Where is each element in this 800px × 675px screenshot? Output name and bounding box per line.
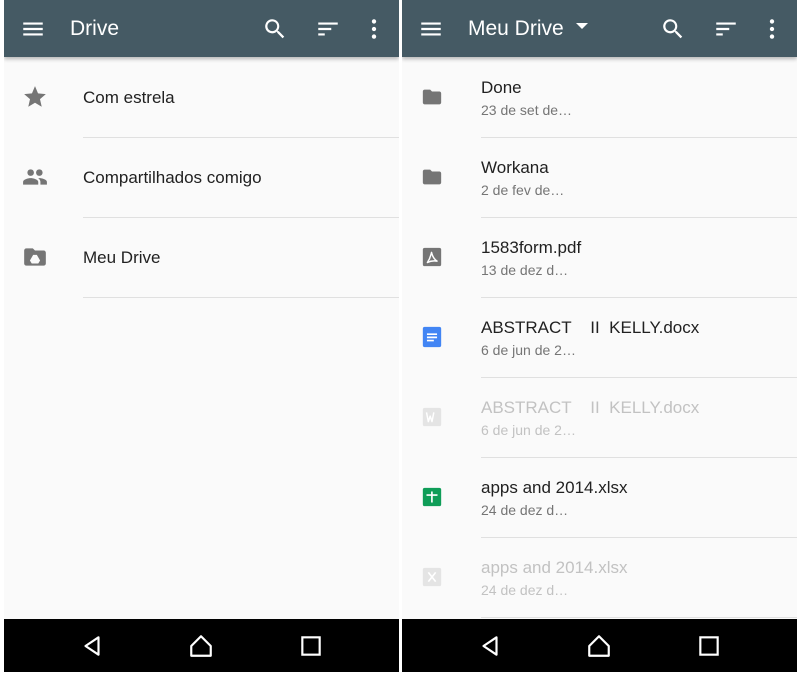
system-nav-bar — [4, 619, 399, 672]
menu-icon[interactable] — [418, 16, 444, 42]
file-date: 6 de jun de 2… — [481, 422, 576, 438]
excel-icon — [422, 567, 442, 587]
recents-button[interactable] — [696, 633, 722, 659]
file-list: Done 23 de set de… Workana 2 de fev de… … — [402, 58, 797, 618]
home-button[interactable] — [586, 633, 612, 659]
nav-item-label: Compartilhados comigo — [83, 168, 262, 187]
file-date: 13 de dez d… — [481, 262, 569, 278]
nav-item-my-drive[interactable]: Meu Drive — [4, 218, 399, 298]
more-vert-icon[interactable] — [361, 16, 387, 42]
star-icon — [24, 86, 46, 107]
dropdown-arrow-icon — [575, 23, 588, 30]
people-icon — [23, 169, 47, 185]
file-name: Workana — [481, 158, 549, 177]
file-row[interactable]: Done 23 de set de… — [402, 58, 797, 138]
nav-item-starred[interactable]: Com estrela — [4, 58, 399, 138]
system-nav-bar — [402, 619, 797, 672]
file-date: 24 de dez d… — [481, 502, 569, 518]
divider — [481, 617, 797, 618]
page-title: Drive — [70, 17, 120, 40]
file-row[interactable]: apps and 2014.xlsx 24 de dez d… — [402, 458, 797, 538]
nav-item-shared[interactable]: Compartilhados comigo — [4, 138, 399, 218]
page-title: Meu Drive — [468, 17, 564, 40]
recents-icon — [699, 636, 719, 656]
file-row[interactable]: ABSTRACT II KELLY.docx 6 de jun de 2… — [402, 378, 797, 458]
back-icon — [482, 636, 498, 656]
nav-item-label: Com estrela — [83, 88, 175, 107]
recents-button[interactable] — [298, 633, 324, 659]
pdf-icon — [422, 247, 442, 267]
back-icon — [84, 636, 100, 656]
file-name: Done — [481, 78, 522, 97]
home-button[interactable] — [188, 633, 214, 659]
left-screen: Drive Com estrela Compartilhados comigo … — [4, 0, 399, 672]
file-row[interactable]: ABSTRACT II KELLY.docx 6 de jun de 2… — [402, 298, 797, 378]
drive-folder-icon — [24, 248, 46, 266]
docs-icon — [422, 326, 442, 348]
file-row[interactable]: Workana 2 de fev de… — [402, 138, 797, 218]
home-icon — [588, 635, 610, 657]
file-date: 6 de jun de 2… — [481, 342, 576, 358]
sort-icon[interactable] — [315, 16, 341, 42]
file-name: 1583form.pdf — [481, 238, 582, 257]
back-button[interactable] — [79, 633, 105, 659]
app-bar: Drive — [4, 0, 399, 57]
file-name: apps and 2014.xlsx — [481, 478, 628, 497]
file-date: 23 de set de… — [481, 102, 573, 118]
file-name: ABSTRACT II KELLY.docx — [481, 398, 700, 417]
nav-item-label: Meu Drive — [83, 248, 161, 267]
app-bar: Meu Drive — [402, 0, 797, 57]
folder-title-dropdown[interactable]: Meu Drive — [468, 16, 588, 42]
file-name: apps and 2014.xlsx — [481, 558, 628, 577]
sheets-icon — [422, 487, 442, 507]
recents-icon — [301, 636, 321, 656]
file-date: 24 de dez d… — [481, 582, 569, 598]
word-icon — [422, 407, 442, 427]
home-icon — [190, 635, 212, 657]
more-vert-icon[interactable] — [759, 16, 785, 42]
nav-list: Com estrela Compartilhados comigo Meu Dr… — [4, 58, 399, 298]
file-row[interactable]: apps and 2014.xlsx 24 de dez d… — [402, 538, 797, 618]
file-date: 2 de fev de… — [481, 182, 565, 198]
search-icon[interactable] — [660, 16, 686, 42]
file-name: ABSTRACT II KELLY.docx — [481, 318, 700, 337]
back-button[interactable] — [477, 633, 503, 659]
menu-icon[interactable] — [20, 16, 46, 42]
divider — [83, 297, 399, 298]
right-screen: Meu Drive Done 23 de set de… Workana 2 d… — [402, 0, 797, 672]
file-row[interactable]: 1583form.pdf 13 de dez d… — [402, 218, 797, 298]
folder-icon — [422, 169, 442, 185]
folder-icon — [422, 89, 442, 105]
search-icon[interactable] — [262, 16, 288, 42]
sort-icon[interactable] — [713, 16, 739, 42]
